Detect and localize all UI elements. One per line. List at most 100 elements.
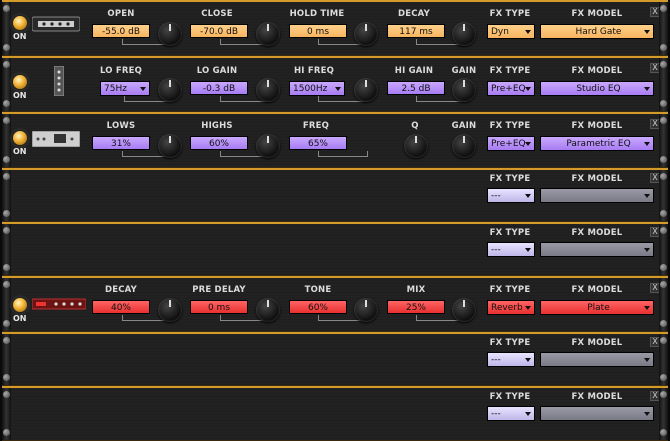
- fx-type-value: ---: [491, 245, 501, 255]
- hi-freq-value: 1500Hz: [293, 84, 328, 94]
- fx-type-select[interactable]: ---: [487, 352, 535, 367]
- screw-icon: [660, 156, 667, 163]
- lo-freq-value: 75Hz: [104, 84, 127, 94]
- power-toggle[interactable]: [12, 297, 28, 313]
- param-value-decay[interactable]: 40%: [92, 300, 150, 314]
- power-label: ON: [13, 147, 27, 156]
- fx-model-select[interactable]: Plate: [540, 300, 654, 315]
- param-label-hi-freq: HI FREQ: [293, 66, 335, 76]
- mix-knob[interactable]: [452, 298, 476, 322]
- hi-freq-knob[interactable]: [354, 78, 378, 102]
- param-label-lo-gain: LO GAIN: [196, 66, 238, 76]
- close-icon[interactable]: X: [650, 337, 660, 347]
- fx-slot-2: ON LO FREQ 75Hz LO GAIN -0.3 dB HI FREQ …: [2, 56, 668, 112]
- fx-model-label: FX MODEL: [571, 121, 623, 131]
- fx-type-value: ---: [491, 409, 501, 419]
- param-value-hi-gain[interactable]: 2.5 dB: [387, 81, 445, 95]
- screw-icon: [660, 5, 667, 12]
- fx-type-label: FX TYPE: [489, 9, 531, 19]
- close-icon[interactable]: X: [650, 119, 660, 129]
- lo-freq-select[interactable]: 75Hz: [100, 81, 150, 96]
- close-icon[interactable]: X: [650, 391, 660, 401]
- close-icon[interactable]: X: [650, 7, 660, 17]
- chevron-down-icon: [525, 142, 531, 146]
- chevron-down-icon: [525, 306, 531, 310]
- gain-knob[interactable]: [452, 134, 476, 158]
- chevron-down-icon: [525, 87, 531, 91]
- fx-model-select[interactable]: [540, 352, 654, 367]
- close-icon[interactable]: X: [650, 63, 660, 73]
- lo-freq-knob[interactable]: [158, 78, 182, 102]
- lows-knob[interactable]: [158, 134, 182, 158]
- highs-knob[interactable]: [256, 134, 280, 158]
- fx-type-select[interactable]: Pre+EQ: [487, 81, 535, 96]
- param-value-close[interactable]: -70.0 dB: [190, 24, 248, 38]
- fx-type-label: FX TYPE: [489, 174, 531, 184]
- fx-type-select[interactable]: Reverb: [487, 300, 535, 315]
- param-label-tone: TONE: [304, 285, 332, 295]
- param-value-pre-delay[interactable]: 0 ms: [190, 300, 248, 314]
- screw-icon: [660, 173, 667, 180]
- screw-icon: [660, 429, 667, 436]
- close-icon[interactable]: X: [650, 227, 660, 237]
- param-value-lows[interactable]: 31%: [92, 136, 150, 150]
- param-value-tone[interactable]: 60%: [289, 300, 347, 314]
- param-value-freq[interactable]: 65%: [289, 136, 347, 150]
- gate-unit-thumbnail-icon: [32, 16, 80, 32]
- fx-type-select[interactable]: ---: [487, 242, 535, 257]
- power-toggle[interactable]: [12, 130, 28, 146]
- gain-knob[interactable]: [452, 78, 476, 102]
- fx-model-value: Studio EQ: [576, 84, 621, 94]
- close-knob[interactable]: [256, 22, 280, 46]
- fx-model-select[interactable]: [540, 406, 654, 421]
- param-value-decay[interactable]: 117 ms: [387, 24, 445, 38]
- chevron-down-icon: [644, 194, 650, 198]
- param-value-mix[interactable]: 25%: [387, 300, 445, 314]
- fx-model-select[interactable]: Studio EQ: [540, 81, 654, 96]
- close-icon[interactable]: X: [650, 173, 660, 183]
- fx-type-select[interactable]: ---: [487, 406, 535, 421]
- screw-icon: [3, 337, 10, 344]
- close-icon[interactable]: X: [650, 283, 660, 293]
- decay-knob[interactable]: [452, 22, 476, 46]
- chevron-down-icon: [644, 142, 650, 146]
- fx-type-select[interactable]: ---: [487, 188, 535, 203]
- fx-model-select[interactable]: [540, 242, 654, 257]
- fx-slot-8: FX TYPE --- FX MODEL X: [2, 386, 668, 441]
- decay-knob[interactable]: [158, 298, 182, 322]
- fx-model-value: Hard Gate: [575, 27, 622, 37]
- lo-gain-knob[interactable]: [256, 78, 280, 102]
- param-label-mix: MIX: [406, 285, 426, 295]
- fx-model-label: FX MODEL: [571, 9, 623, 19]
- screw-icon: [3, 61, 10, 68]
- param-value-highs[interactable]: 60%: [190, 136, 248, 150]
- fx-model-select[interactable]: [540, 188, 654, 203]
- fx-model-select[interactable]: Parametric EQ: [540, 136, 654, 151]
- pre-delay-knob[interactable]: [256, 298, 280, 322]
- screw-icon: [660, 320, 667, 327]
- power-toggle[interactable]: [12, 15, 28, 31]
- fx-type-value: Reverb: [491, 303, 523, 313]
- fx-type-value: Dyn: [491, 27, 509, 37]
- effects-rack: ON OPEN -55.0 dB CLOSE -70.0 dB HOLD TIM…: [0, 0, 670, 441]
- fx-type-label: FX TYPE: [489, 338, 531, 348]
- q-knob[interactable]: [404, 134, 428, 158]
- hi-freq-select[interactable]: 1500Hz: [289, 81, 345, 96]
- param-value-open[interactable]: -55.0 dB: [92, 24, 150, 38]
- param-value-lo-gain[interactable]: -0.3 dB: [190, 81, 248, 95]
- fx-type-select[interactable]: Dyn: [487, 24, 535, 39]
- open-knob[interactable]: [158, 22, 182, 46]
- screw-icon: [3, 210, 10, 217]
- hold-time-knob[interactable]: [354, 22, 378, 46]
- fx-model-select[interactable]: Hard Gate: [540, 24, 654, 39]
- tone-knob[interactable]: [354, 298, 378, 322]
- param-label-highs: HIGHS: [201, 121, 233, 131]
- param-value-hold-time[interactable]: 0 ms: [289, 24, 347, 38]
- fx-type-value: Pre+EQ: [491, 139, 526, 149]
- fx-type-select[interactable]: Pre+EQ: [487, 136, 535, 151]
- screw-icon: [3, 429, 10, 436]
- power-toggle[interactable]: [12, 74, 28, 90]
- screw-icon: [3, 100, 10, 107]
- screw-icon: [660, 100, 667, 107]
- param-label-hold-time: HOLD TIME: [289, 9, 345, 19]
